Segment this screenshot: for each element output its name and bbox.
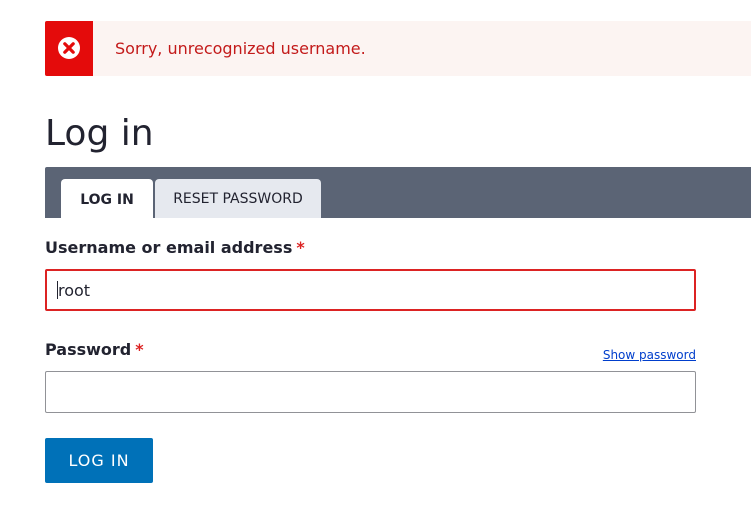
password-label: Password *	[45, 340, 144, 359]
username-label-text: Username or email address	[45, 238, 293, 257]
error-message: Sorry, unrecognized username.	[45, 21, 751, 76]
log-in-button[interactable]: Log in	[45, 438, 153, 483]
page-title: Log in	[45, 113, 154, 154]
username-input[interactable]	[45, 269, 696, 311]
username-label: Username or email address *	[45, 238, 305, 257]
login-page: Sorry, unrecognized username. Log in Log…	[0, 0, 751, 509]
text-caret	[57, 281, 58, 299]
show-password-link[interactable]: Show password	[603, 348, 696, 362]
tab-log-in[interactable]: Log in	[61, 179, 153, 218]
password-label-text: Password	[45, 340, 132, 359]
error-message-text: Sorry, unrecognized username.	[115, 39, 366, 58]
required-marker: *	[296, 238, 305, 257]
tabs-bar: Log in Reset password	[45, 167, 751, 218]
error-icon-box	[45, 21, 93, 76]
required-marker: *	[135, 340, 144, 359]
error-x-icon	[57, 36, 81, 64]
tab-reset-password[interactable]: Reset password	[155, 179, 321, 218]
password-input[interactable]	[45, 371, 696, 413]
